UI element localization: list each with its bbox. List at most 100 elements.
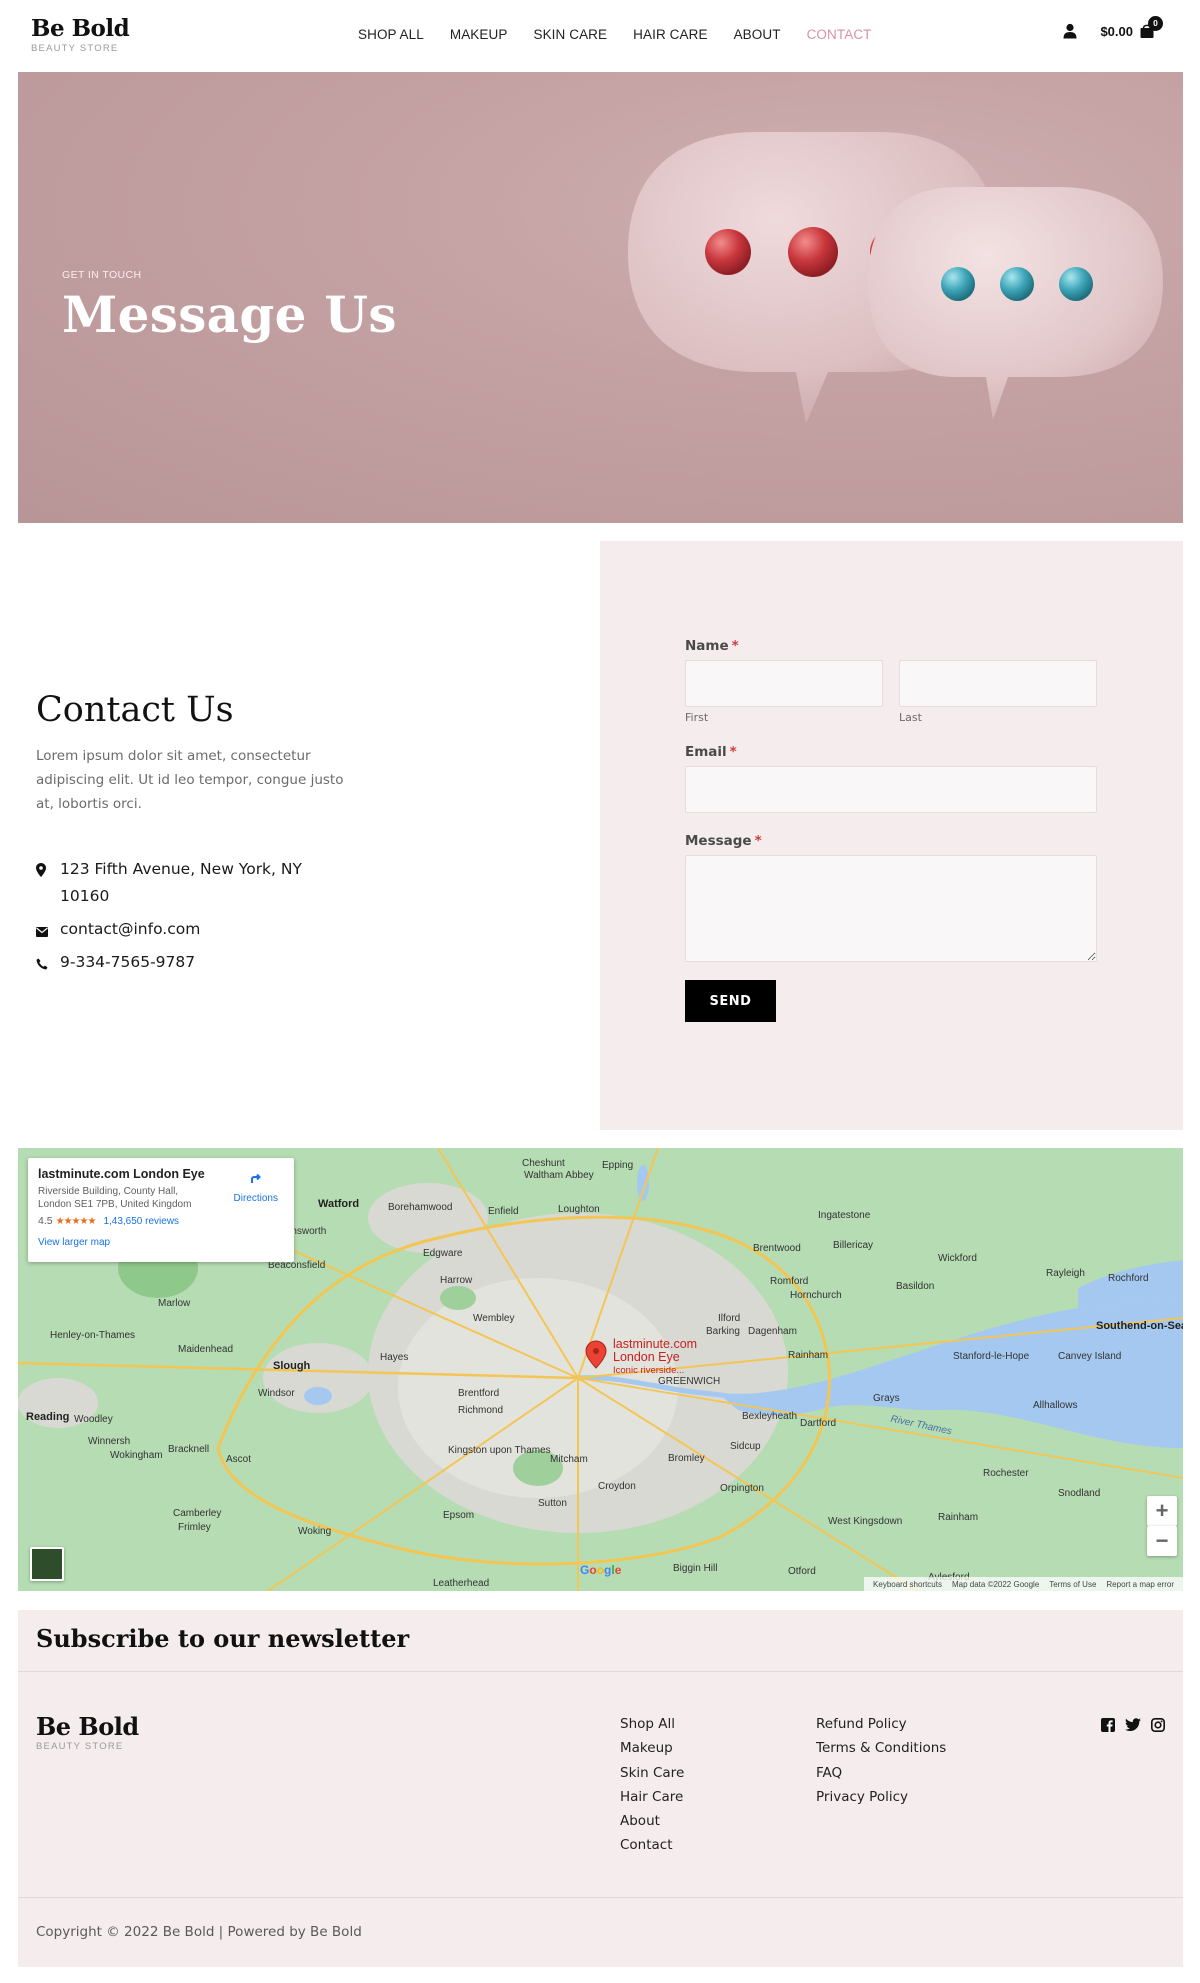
nav-shop-all[interactable]: SHOP ALL [358, 27, 424, 42]
footer-logo[interactable]: Be Bold BEAUTY STORE [36, 1714, 139, 1753]
account-icon[interactable] [1062, 23, 1078, 39]
footer-link-makeup[interactable]: Makeup [620, 1736, 684, 1760]
footer-link-about[interactable]: About [620, 1809, 684, 1833]
reviews-link[interactable]: 1,43,650 reviews [103, 1216, 179, 1227]
brand-name: Be Bold [31, 15, 130, 42]
map-place-label: Sidcup [730, 1441, 761, 1452]
email-item: contact@info.com [36, 916, 366, 943]
view-larger-map-link[interactable]: View larger map [38, 1237, 284, 1248]
footer-divider [18, 1671, 1183, 1672]
contact-title: Contact Us [36, 690, 234, 730]
map-place-label: Billericay [833, 1240, 874, 1251]
footer-link-skin-care[interactable]: Skin Care [620, 1761, 684, 1785]
map-place-label: Orpington [720, 1483, 764, 1494]
map-place-label: Rochester [983, 1468, 1029, 1479]
map-place-label: Croydon [598, 1481, 636, 1492]
phone-text[interactable]: 9-334-7565-9787 [60, 949, 330, 976]
map-place-label: Basildon [896, 1281, 935, 1292]
map-place-label: Epping [602, 1160, 634, 1171]
map-place-label: Harrow [440, 1275, 473, 1286]
terms-of-use-link[interactable]: Terms of Use [1049, 1580, 1096, 1589]
last-name-input[interactable] [899, 660, 1097, 707]
message-label: Message * [685, 833, 762, 849]
map-place-label: Wokingham [110, 1450, 163, 1461]
main-nav: SHOP ALL MAKEUP SKIN CARE HAIR CARE ABOU… [358, 27, 898, 42]
nav-hair-care[interactable]: HAIR CARE [633, 27, 707, 42]
nav-skin-care[interactable]: SKIN CARE [533, 27, 607, 42]
instagram-icon[interactable] [1151, 1718, 1165, 1732]
footer-link-terms[interactable]: Terms & Conditions [816, 1736, 946, 1760]
pin-label-line2: London Eye [613, 1350, 680, 1364]
nav-contact[interactable]: CONTACT [807, 27, 872, 42]
map-place-label: Bracknell [168, 1444, 210, 1455]
message-textarea[interactable] [685, 855, 1097, 962]
footer-link-refund-policy[interactable]: Refund Policy [816, 1712, 946, 1736]
last-name-col: Last [899, 660, 1097, 724]
map-place-label: Watford [318, 1198, 360, 1210]
required-mark: * [731, 638, 739, 654]
address-item: 123 Fifth Avenue, New York, NY 10160 [36, 856, 366, 910]
footer-brand-tagline: BEAUTY STORE [36, 1741, 124, 1752]
map-place-label: Cheshunt [522, 1158, 565, 1169]
map-place-label: Enfield [488, 1206, 519, 1217]
email-label: Email * [685, 744, 737, 760]
map-place-label: Leatherhead [433, 1578, 490, 1589]
facebook-icon[interactable] [1101, 1718, 1115, 1732]
email-block: Email * [685, 744, 1097, 813]
map-place-label: Otford [788, 1566, 816, 1577]
map-place-label: Richmond [458, 1405, 504, 1416]
nav-makeup[interactable]: MAKEUP [450, 27, 508, 42]
map-place-label: Wembley [473, 1313, 515, 1324]
footer-link-shop-all[interactable]: Shop All [620, 1712, 684, 1736]
zoom-out-button[interactable]: − [1147, 1526, 1177, 1556]
brand-logo[interactable]: Be Bold BEAUTY STORE [31, 15, 130, 55]
map-place-label: Sutton [538, 1498, 567, 1509]
first-name-input[interactable] [685, 660, 883, 707]
map-pin-label[interactable]: lastminute.com London Eye Iconic riversi… [613, 1338, 697, 1377]
report-map-error-link[interactable]: Report a map error [1106, 1580, 1174, 1589]
contact-form: Name * First Last Email * Message * SEND [685, 638, 1097, 1022]
directions-label: Directions [233, 1193, 278, 1204]
footer-link-faq[interactable]: FAQ [816, 1761, 946, 1785]
map-place-label: Bexleyheath [742, 1411, 798, 1422]
map-place-label: Epsom [443, 1510, 475, 1521]
map-place-label: Camberley [173, 1508, 222, 1519]
satellite-layer-toggle[interactable] [30, 1547, 64, 1581]
email-input[interactable] [685, 766, 1097, 813]
footer-link-privacy-policy[interactable]: Privacy Policy [816, 1785, 946, 1809]
send-button[interactable]: SEND [685, 980, 776, 1022]
cart-button[interactable]: 0 [1139, 16, 1163, 39]
site-footer: Subscribe to our newsletter Be Bold BEAU… [18, 1610, 1183, 1967]
hero-title: Message Us [62, 285, 397, 344]
map-place-label: Waltham Abbey [524, 1170, 594, 1181]
twitter-icon[interactable] [1125, 1718, 1141, 1732]
first-name-col: First [685, 660, 883, 724]
map-place-card: lastminute.com London Eye Riverside Buil… [28, 1158, 294, 1262]
keyboard-shortcuts-link[interactable]: Keyboard shortcuts [873, 1580, 942, 1589]
footer-link-hair-care[interactable]: Hair Care [620, 1785, 684, 1809]
message-block: Message * [685, 833, 1097, 962]
map-place-label: Barking [706, 1326, 740, 1337]
map-place-label: Ingatestone [818, 1210, 871, 1221]
email-text[interactable]: contact@info.com [60, 916, 330, 943]
brand-tagline: BEAUTY STORE [31, 43, 119, 54]
google-map[interactable]: Watford Borehamwood Enfield Cheshunt Wal… [18, 1148, 1183, 1591]
map-place-label: Kingston upon Thames [448, 1445, 551, 1456]
nav-about[interactable]: ABOUT [734, 27, 781, 42]
map-place-label: Grays [873, 1393, 900, 1404]
map-place-label: Hornchurch [790, 1290, 842, 1301]
phone-icon [36, 949, 60, 974]
zoom-in-button[interactable]: + [1147, 1496, 1177, 1526]
footer-link-contact[interactable]: Contact [620, 1833, 684, 1857]
phone-item: 9-334-7565-9787 [36, 949, 366, 976]
name-label: Name * [685, 638, 739, 654]
first-name-sublabel: First [685, 711, 709, 724]
map-place-label: Wickford [938, 1253, 977, 1264]
envelope-icon [36, 916, 60, 941]
directions-icon [247, 1171, 264, 1187]
map-data-label: Map data ©2022 Google [951, 1579, 1040, 1589]
newsletter-title: Subscribe to our newsletter [36, 1624, 410, 1653]
directions-button[interactable]: Directions [234, 1170, 278, 1204]
cart-total[interactable]: $0.00 [1100, 24, 1133, 39]
map-place-label: Loughton [558, 1204, 600, 1215]
